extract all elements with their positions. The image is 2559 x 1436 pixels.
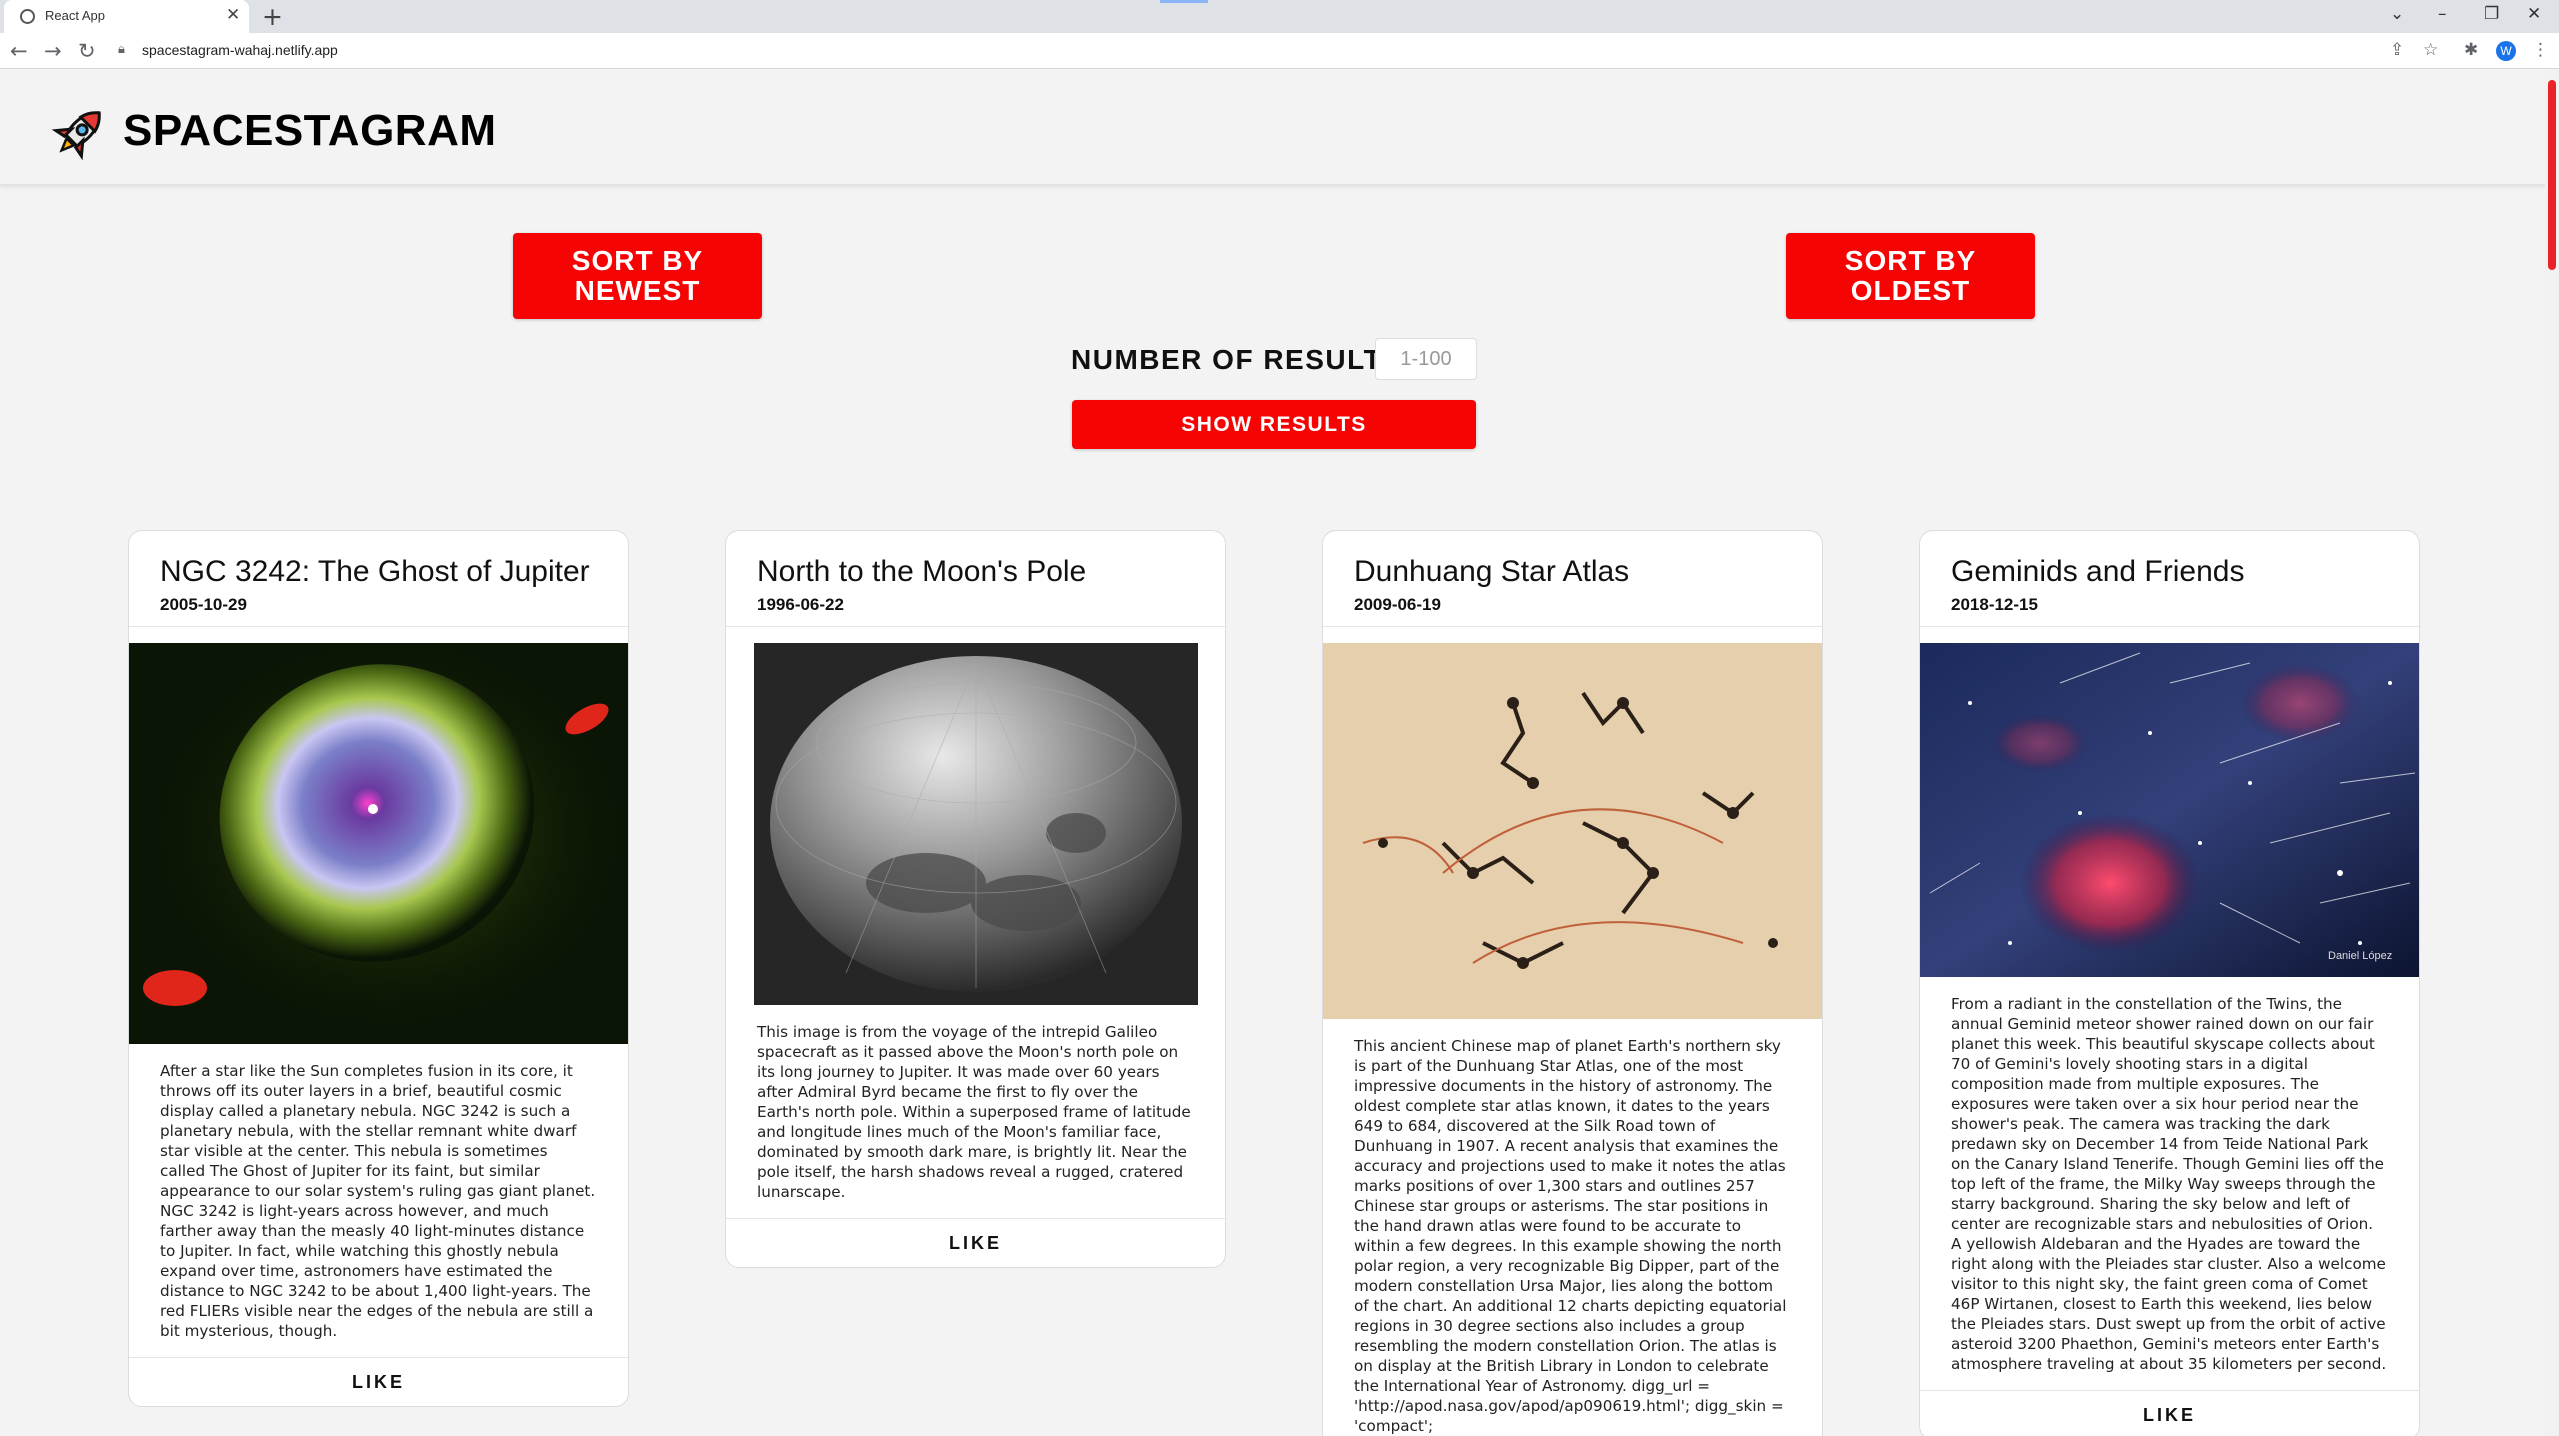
browser-tab[interactable]: React App ✕ (4, 0, 249, 33)
card-description: After a star like the Sun completes fusi… (160, 1062, 596, 1340)
apod-card: North to the Moon's Pole 1996-06-22 This… (725, 530, 1226, 1268)
card-description: This image is from the voyage of the int… (757, 1023, 1191, 1201)
menu-kebab-icon[interactable]: ⋮ (2532, 40, 2549, 60)
card-title: NGC 3242: The Ghost of Jupiter (160, 555, 590, 588)
like-button[interactable]: LIKE (129, 1357, 628, 1406)
reload-icon[interactable]: ↻ (78, 39, 96, 63)
restore-icon[interactable]: ❐ (2484, 4, 2499, 24)
tab-loading-indicator (1160, 0, 1208, 3)
card-date: 2009-06-19 (1354, 595, 1441, 614)
results-count-label: NUMBER OF RESULTS: (1071, 344, 1414, 375)
tab-close-icon[interactable]: ✕ (226, 5, 240, 25)
apod-card: Dunhuang Star Atlas 2009-06-19 This anci… (1322, 530, 1823, 1436)
site-logo-text[interactable]: SPACESTAGRAM (123, 106, 497, 156)
new-tab-icon[interactable]: + (262, 2, 283, 31)
minimize-icon[interactable]: – (2438, 4, 2447, 24)
card-date: 1996-06-22 (757, 595, 844, 614)
back-icon[interactable]: ← (10, 39, 28, 63)
scrollbar-track[interactable] (2545, 70, 2559, 1436)
like-button[interactable]: LIKE (726, 1218, 1225, 1267)
results-count-input[interactable] (1375, 338, 1477, 380)
react-favicon-icon (20, 9, 35, 24)
card-title: North to the Moon's Pole (757, 555, 1087, 588)
apod-card: Geminids and Friends 2018-12-15 Daniel L… (1919, 530, 2420, 1436)
browser-tab-bar: React App ✕ + ⌄ – ❐ ✕ (0, 0, 2559, 33)
site-header: SPACESTAGRAM (0, 70, 2545, 186)
card-header: North to the Moon's Pole 1996-06-22 (726, 531, 1225, 627)
sort-oldest-button[interactable]: SORT BY OLDEST (1786, 233, 2035, 319)
window-close-icon[interactable]: ✕ (2527, 4, 2541, 24)
card-description: This ancient Chinese map of planet Earth… (1354, 1037, 1787, 1435)
card-header: Geminids and Friends 2018-12-15 (1920, 531, 2419, 627)
rocket-icon (51, 111, 101, 161)
show-results-button[interactable]: SHOW RESULTS (1072, 400, 1476, 449)
page-viewport: SPACESTAGRAM SORT BY NEWEST SORT BY OLDE… (0, 70, 2545, 1436)
scrollbar-thumb[interactable] (2548, 80, 2556, 270)
card-date: 2018-12-15 (1951, 595, 2038, 614)
card-image (726, 643, 1225, 1005)
card-header: NGC 3242: The Ghost of Jupiter 2005-10-2… (129, 531, 628, 627)
card-image (1323, 643, 1822, 1019)
image-credit: Daniel López (2328, 950, 2392, 962)
extensions-icon[interactable]: ✱ (2464, 40, 2478, 60)
tab-title: React App (45, 8, 105, 23)
tab-search-icon[interactable]: ⌄ (2390, 4, 2404, 24)
like-button[interactable]: LIKE (1920, 1390, 2419, 1436)
address-bar: ← → ↻ 🔒︎ spacestagram-wahaj.netlify.app … (0, 33, 2559, 69)
sort-newest-button[interactable]: SORT BY NEWEST (513, 233, 762, 319)
card-description: From a radiant in the constellation of t… (1951, 995, 2387, 1373)
apod-card: NGC 3242: The Ghost of Jupiter 2005-10-2… (128, 530, 629, 1407)
forward-icon[interactable]: → (44, 39, 62, 63)
card-header: Dunhuang Star Atlas 2009-06-19 (1323, 531, 1822, 627)
card-date: 2005-10-29 (160, 595, 247, 614)
card-title: Geminids and Friends (1951, 555, 2245, 588)
url-field[interactable]: spacestagram-wahaj.netlify.app (142, 42, 338, 58)
card-image: Daniel López (1920, 643, 2419, 977)
card-image (129, 643, 628, 1044)
bookmark-star-icon[interactable]: ☆ (2423, 40, 2438, 60)
share-icon[interactable]: ⇪ (2390, 40, 2404, 60)
lock-icon[interactable]: 🔒︎ (118, 42, 125, 57)
card-title: Dunhuang Star Atlas (1354, 555, 1630, 588)
profile-avatar[interactable]: W (2496, 41, 2516, 61)
